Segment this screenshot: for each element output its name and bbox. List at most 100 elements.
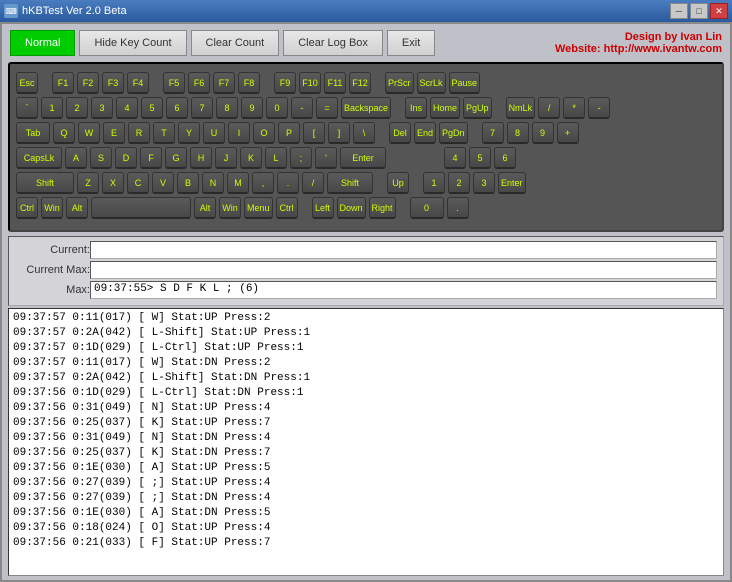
key-f7[interactable]: F7 (213, 72, 235, 94)
key-x[interactable]: X (102, 172, 124, 194)
key-n[interactable]: N (202, 172, 224, 194)
key-9[interactable]: 9 (241, 97, 263, 119)
log-area[interactable]: 09:37:57 0:11(017) [ W] Stat:UP Press:20… (8, 308, 724, 576)
key-del[interactable]: Del (389, 122, 411, 144)
key-up[interactable]: Up (387, 172, 409, 194)
key-k[interactable]: K (240, 147, 262, 169)
key-g[interactable]: G (165, 147, 187, 169)
clear-log-box-button[interactable]: Clear Log Box (283, 30, 383, 56)
key-rbracket[interactable]: ] (328, 122, 350, 144)
key-f1[interactable]: F1 (52, 72, 74, 94)
key-p[interactable]: P (278, 122, 300, 144)
key-num8[interactable]: 8 (507, 122, 529, 144)
key-num7[interactable]: 7 (482, 122, 504, 144)
key-slash[interactable]: / (302, 172, 324, 194)
key-capslock[interactable]: CapsLk (16, 147, 62, 169)
key-o[interactable]: O (253, 122, 275, 144)
key-1[interactable]: 1 (41, 97, 63, 119)
key-f5[interactable]: F5 (163, 72, 185, 94)
key-f10[interactable]: F10 (299, 72, 321, 94)
key-quote[interactable]: ' (315, 147, 337, 169)
key-num9[interactable]: 9 (532, 122, 554, 144)
key-numstar[interactable]: * (563, 97, 585, 119)
key-numlk[interactable]: NmLk (506, 97, 536, 119)
clear-count-button[interactable]: Clear Count (191, 30, 280, 56)
key-space[interactable] (91, 197, 191, 219)
exit-button[interactable]: Exit (387, 30, 435, 56)
key-backtick[interactable]: ` (16, 97, 38, 119)
key-f12[interactable]: F12 (349, 72, 371, 94)
key-y[interactable]: Y (178, 122, 200, 144)
key-scrlk[interactable]: ScrLk (417, 72, 446, 94)
key-num2[interactable]: 2 (448, 172, 470, 194)
key-left[interactable]: Left (312, 197, 334, 219)
key-f3[interactable]: F3 (102, 72, 124, 94)
key-f4[interactable]: F4 (127, 72, 149, 94)
key-period[interactable]: . (277, 172, 299, 194)
key-lctrl[interactable]: Ctrl (16, 197, 38, 219)
key-rshift[interactable]: Shift (327, 172, 373, 194)
key-right[interactable]: Right (369, 197, 396, 219)
key-0[interactable]: 0 (266, 97, 288, 119)
key-6[interactable]: 6 (166, 97, 188, 119)
key-f2[interactable]: F2 (77, 72, 99, 94)
key-backspace[interactable]: Backspace (341, 97, 391, 119)
key-h[interactable]: H (190, 147, 212, 169)
key-f11[interactable]: F11 (324, 72, 346, 94)
key-l[interactable]: L (265, 147, 287, 169)
key-numslash[interactable]: / (538, 97, 560, 119)
key-d[interactable]: D (115, 147, 137, 169)
key-j[interactable]: J (215, 147, 237, 169)
key-num6[interactable]: 6 (494, 147, 516, 169)
key-3[interactable]: 3 (91, 97, 113, 119)
key-prtsc[interactable]: PrScr (385, 72, 414, 94)
hide-key-count-button[interactable]: Hide Key Count (79, 30, 186, 56)
key-z[interactable]: Z (77, 172, 99, 194)
key-i[interactable]: I (228, 122, 250, 144)
key-ins[interactable]: Ins (405, 97, 427, 119)
normal-button[interactable]: Normal (10, 30, 75, 56)
maximize-button[interactable]: □ (690, 3, 708, 19)
key-num4[interactable]: 4 (444, 147, 466, 169)
key-esc[interactable]: Esc (16, 72, 38, 94)
key-8[interactable]: 8 (216, 97, 238, 119)
window-controls[interactable]: ─ □ ✕ (670, 3, 728, 19)
key-equals[interactable]: = (316, 97, 338, 119)
key-f[interactable]: F (140, 147, 162, 169)
key-c[interactable]: C (127, 172, 149, 194)
key-enter[interactable]: Enter (340, 147, 386, 169)
key-numenter[interactable]: Enter (498, 172, 526, 194)
key-r[interactable]: R (128, 122, 150, 144)
key-e[interactable]: E (103, 122, 125, 144)
key-menu[interactable]: Menu (244, 197, 273, 219)
minimize-button[interactable]: ─ (670, 3, 688, 19)
key-backslash[interactable]: \ (353, 122, 375, 144)
key-2[interactable]: 2 (66, 97, 88, 119)
key-rwin[interactable]: Win (219, 197, 241, 219)
key-comma[interactable]: , (252, 172, 274, 194)
key-f9[interactable]: F9 (274, 72, 296, 94)
key-num1[interactable]: 1 (423, 172, 445, 194)
key-s[interactable]: S (90, 147, 112, 169)
key-pgdn[interactable]: PgDn (439, 122, 468, 144)
key-num5[interactable]: 5 (469, 147, 491, 169)
key-home[interactable]: Home (430, 97, 460, 119)
key-v[interactable]: V (152, 172, 174, 194)
key-minus[interactable]: - (291, 97, 313, 119)
key-numminus[interactable]: - (588, 97, 610, 119)
key-end[interactable]: End (414, 122, 436, 144)
key-f8[interactable]: F8 (238, 72, 260, 94)
key-tab[interactable]: Tab (16, 122, 50, 144)
key-numdot[interactable]: . (447, 197, 469, 219)
key-w[interactable]: W (78, 122, 100, 144)
key-m[interactable]: M (227, 172, 249, 194)
key-f6[interactable]: F6 (188, 72, 210, 94)
key-numplus[interactable]: + (557, 122, 579, 144)
key-num0[interactable]: 0 (410, 197, 444, 219)
key-lalt[interactable]: Alt (66, 197, 88, 219)
key-4[interactable]: 4 (116, 97, 138, 119)
key-t[interactable]: T (153, 122, 175, 144)
key-5[interactable]: 5 (141, 97, 163, 119)
key-pause[interactable]: Pause (449, 72, 481, 94)
key-rctrl[interactable]: Ctrl (276, 197, 298, 219)
